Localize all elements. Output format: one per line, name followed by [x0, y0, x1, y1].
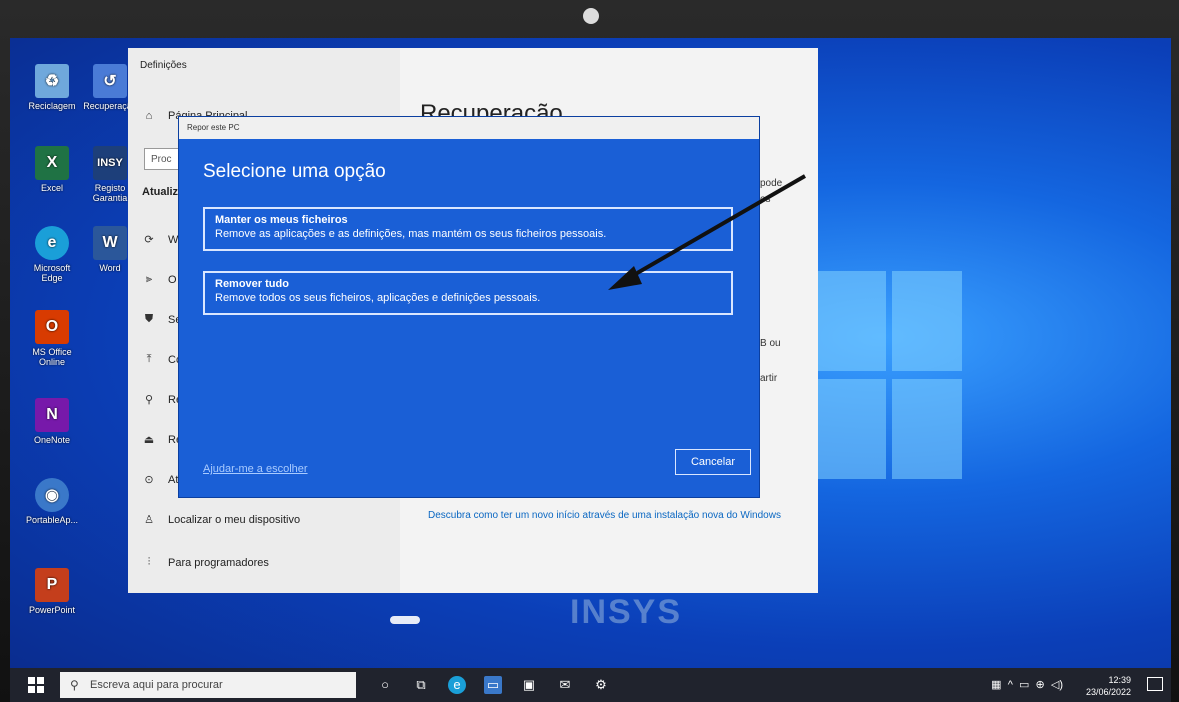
keyboard-icon[interactable]: ▦ — [991, 679, 1001, 691]
settings-gear-icon[interactable]: ⚙ — [592, 676, 610, 694]
edge-icon[interactable]: e — [448, 676, 466, 694]
system-tray-icons[interactable]: ▦ ^ ▭ ⊕ ◁) — [991, 678, 1063, 691]
light-reflection — [390, 616, 420, 624]
start-button[interactable] — [28, 677, 44, 693]
chevron-up-icon[interactable]: ^ — [1008, 679, 1013, 691]
desktop: ♻ Reciclagem ↺ Recuperação X Excel INSY … — [10, 38, 1171, 702]
clock-date: 23/06/2022 — [1085, 687, 1131, 697]
clock[interactable]: 12:39 23/06/2022 — [1086, 674, 1131, 698]
taskbar: ⚲ Escreva aqui para procurar ○ ⧉ e ▭ ▣ ✉… — [10, 668, 1171, 702]
file-explorer-icon[interactable]: ▭ — [484, 676, 502, 694]
task-view-icon[interactable]: ⧉ — [412, 676, 430, 694]
battery-icon[interactable]: ▭ — [1019, 679, 1029, 691]
mail-icon[interactable]: ✉ — [556, 676, 574, 694]
search-icon: ⚲ — [70, 678, 79, 692]
clock-time: 12:39 — [1108, 675, 1131, 685]
webcam — [583, 8, 599, 24]
store-icon[interactable]: ▣ — [520, 676, 538, 694]
insys-brand: INSYS — [570, 593, 683, 631]
cortana-icon[interactable]: ○ — [376, 676, 394, 694]
notifications-icon[interactable] — [1147, 677, 1163, 691]
volume-icon[interactable]: ◁) — [1051, 679, 1063, 691]
taskbar-search-input[interactable]: ⚲ Escreva aqui para procurar — [60, 672, 356, 698]
network-icon[interactable]: ⊕ — [1036, 679, 1045, 691]
